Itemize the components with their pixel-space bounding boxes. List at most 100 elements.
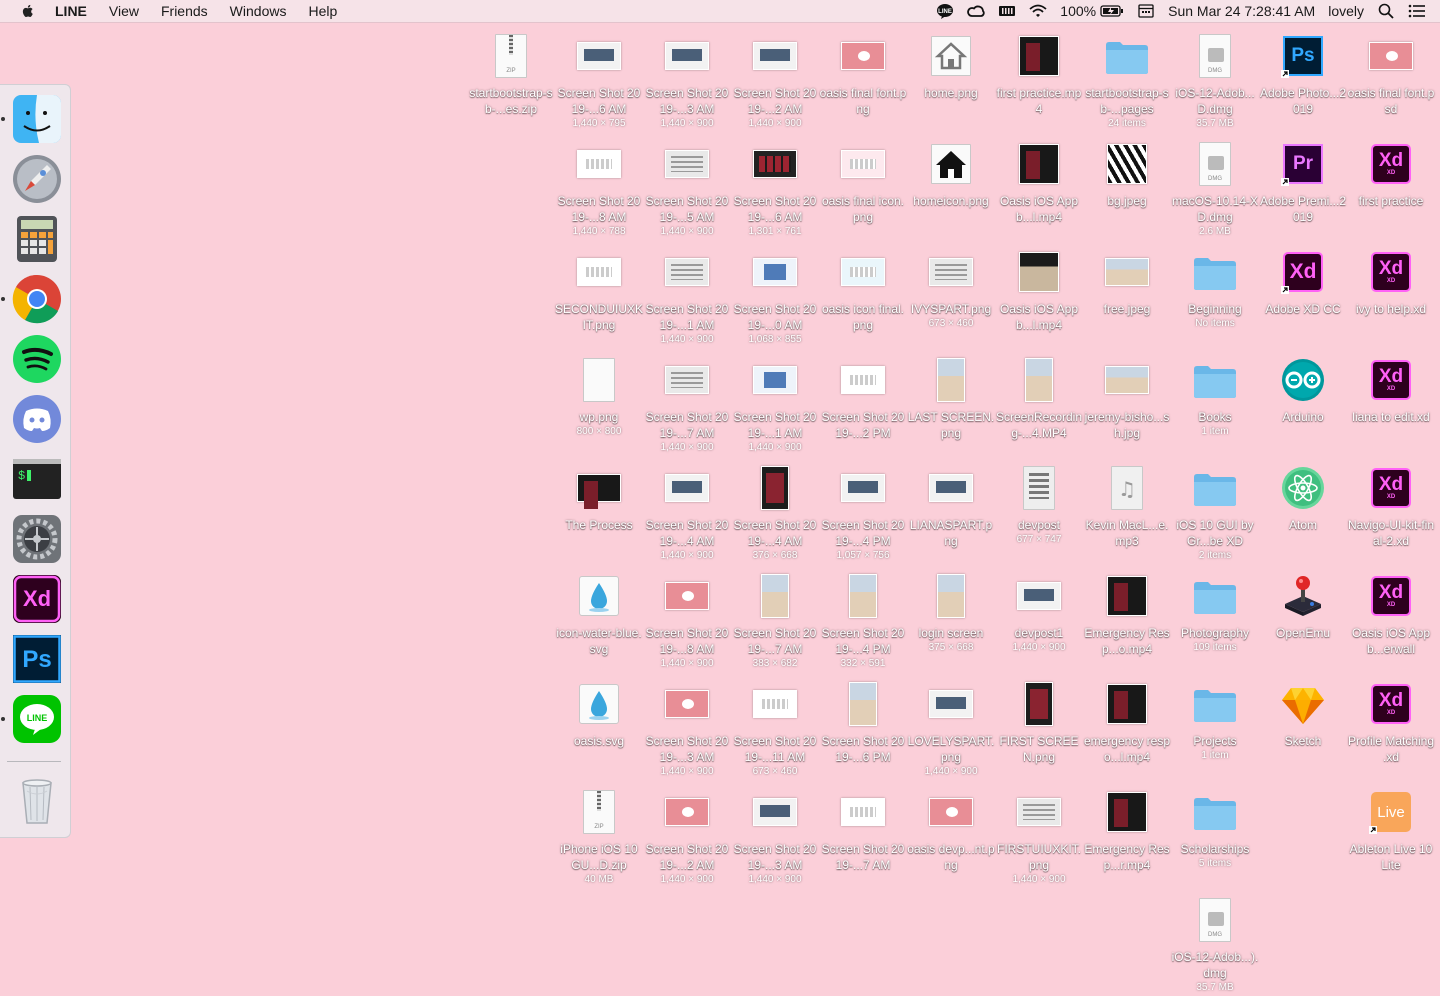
desktop-file[interactable]: first practice.mp4 (995, 24, 1083, 132)
desktop-file[interactable]: Xd XD Navigo-UI-kit-final-2.xd (1347, 456, 1435, 564)
desktop-file[interactable]: iOS 10 GUI by Gr...be XD 2 items (1171, 456, 1259, 564)
file-info: 1,440 × 900 (1012, 874, 1066, 885)
desktop-file[interactable]: Screen Shot 2019-...0 AM 1,068 × 855 (731, 240, 819, 348)
desktop-file[interactable]: Atom (1259, 456, 1347, 564)
desktop-file[interactable]: ♫ Kevin MacL...e.mp3 (1083, 456, 1171, 564)
battery-percentage[interactable]: 100% (1060, 0, 1096, 22)
desktop-file[interactable]: Screen Shot 2019-...4 AM 1,440 × 900 (643, 456, 731, 564)
desktop-file[interactable]: oasis.svg (555, 672, 643, 780)
desktop-file[interactable]: Screen Shot 2019-...5 AM 1,440 × 900 (643, 132, 731, 240)
menu-view[interactable]: View (98, 0, 150, 22)
desktop-file[interactable]: Screen Shot 2019-...8 AM 1,440 × 788 (555, 132, 643, 240)
desktop-file[interactable]: Screen Shot 2019-...8 AM 1,440 × 900 (643, 564, 731, 672)
desktop-file[interactable]: oasis icon final.png (819, 240, 907, 348)
desktop-file[interactable]: Screen Shot 2019-...7 AM (819, 780, 907, 888)
desktop-file[interactable]: The Process (555, 456, 643, 564)
desktop-file[interactable]: home.png (907, 24, 995, 132)
desktop-file[interactable]: Xd XD first practice (1347, 132, 1435, 240)
desktop-file[interactable]: Ps Adobe Photo...2019 (1259, 24, 1347, 132)
menu-help[interactable]: Help (297, 0, 348, 22)
desktop-file[interactable]: homeicon.png (907, 132, 995, 240)
desktop-file[interactable]: Screen Shot 2019-...4 AM 376 × 668 (731, 456, 819, 564)
desktop-file[interactable]: Screen Shot 2019-...3 AM 1,440 × 900 (731, 780, 819, 888)
line-status-icon[interactable]: LINE (936, 3, 954, 19)
desktop-file[interactable]: Screen Shot 2019-...6 PM (819, 672, 907, 780)
notification-center-icon[interactable] (1408, 3, 1426, 19)
desktop-file[interactable]: Screen Shot 2019-...2 AM 1,440 × 900 (731, 24, 819, 132)
desktop-file[interactable]: Books 1 item (1171, 348, 1259, 456)
apple-menu-icon[interactable] (20, 3, 36, 19)
desktop-file[interactable]: oasis final icon.png (819, 132, 907, 240)
desktop-file[interactable]: Xd XD liana to edit.xd (1347, 348, 1435, 456)
desktop-file[interactable]: Screen Shot 2019-...2 PM (819, 348, 907, 456)
desktop-file[interactable]: Screen Shot 2019-...2 AM 1,440 × 900 (643, 780, 731, 888)
desktop-file[interactable]: Screen Shot 2019-...4 PM 332 × 591 (819, 564, 907, 672)
menu-clock[interactable]: Sun Mar 24 7:28:41 AM (1168, 0, 1315, 22)
desktop-file[interactable]: oasis final font.png (819, 24, 907, 132)
memory-icon[interactable] (998, 3, 1016, 19)
desktop-file[interactable]: Emergency Resp...o.mp4 (1083, 564, 1171, 672)
desktop-file[interactable]: Screen Shot 2019-...7 AM 383 × 682 (731, 564, 819, 672)
desktop-file[interactable]: LAST SCREEN.png (907, 348, 995, 456)
desktop-file[interactable]: ScreenRecording-...4.MP4 (995, 348, 1083, 456)
desktop-file[interactable]: login screen 375 × 668 (907, 564, 995, 672)
desktop-file[interactable]: Projects 1 item (1171, 672, 1259, 780)
creative-cloud-icon[interactable] (967, 3, 985, 19)
spotlight-search-icon[interactable] (1377, 3, 1395, 19)
desktop-file[interactable]: Beginning No items (1171, 240, 1259, 348)
desktop-file[interactable]: oasis devp...nt.png (907, 780, 995, 888)
desktop-file[interactable]: Screen Shot 2019-...3 AM 1,440 × 900 (643, 672, 731, 780)
desktop-file[interactable]: Screen Shot 2019-...1 AM 1,440 × 900 (643, 240, 731, 348)
user-name[interactable]: lovely (1328, 0, 1364, 22)
desktop-file[interactable]: DMG iOS-12-Adob...D.dmg 35.7 MB (1171, 24, 1259, 132)
desktop-file[interactable]: wp.png 800 × 800 (555, 348, 643, 456)
desktop-file[interactable]: FIRST SCREEN.png (995, 672, 1083, 780)
desktop-file[interactable]: OpenEmu (1259, 564, 1347, 672)
desktop-file[interactable]: Live Ableton Live 10 Lite (1347, 780, 1435, 888)
calendar-status-icon[interactable] (1137, 3, 1155, 19)
desktop-file[interactable]: oasis final font.psd (1347, 24, 1435, 132)
app-menu-line[interactable]: LINE (44, 0, 98, 22)
desktop-file[interactable]: Screen Shot 2019-...3 AM 1,440 × 900 (643, 24, 731, 132)
desktop-file[interactable]: bg.jpeg (1083, 132, 1171, 240)
desktop-file[interactable]: startbootstrap-sb-...pages 24 items (1083, 24, 1171, 132)
desktop-file[interactable]: DMG iOS-12-Adob...).dmg 35.7 MB (1171, 888, 1259, 996)
desktop-file[interactable]: devpost 677 × 747 (995, 456, 1083, 564)
menu-friends[interactable]: Friends (150, 0, 219, 22)
desktop-file[interactable]: Oasis iOS App b...l.mp4 (995, 240, 1083, 348)
desktop-file[interactable]: Screen Shot 2019-...11 AM 673 × 460 (731, 672, 819, 780)
desktop-file[interactable]: LOVELYSPART.png 1,440 × 900 (907, 672, 995, 780)
desktop-file[interactable]: Xd XD Profile Matching .xd (1347, 672, 1435, 780)
battery-icon[interactable] (1100, 3, 1124, 19)
desktop-file[interactable]: Screen Shot 2019-...1 AM 1,440 × 900 (731, 348, 819, 456)
desktop-file[interactable]: icon-water-blue.svg (555, 564, 643, 672)
desktop-file[interactable]: Xd Adobe XD CC (1259, 240, 1347, 348)
desktop-file[interactable]: Photography 109 items (1171, 564, 1259, 672)
desktop-file[interactable]: Pr Adobe Premi...2019 (1259, 132, 1347, 240)
desktop-file[interactable]: free.jpeg (1083, 240, 1171, 348)
desktop-file[interactable]: Screen Shot 2019-...4 PM 1,057 × 756 (819, 456, 907, 564)
desktop-file[interactable]: jeremy-bisho...sh.jpg (1083, 348, 1171, 456)
desktop-file[interactable]: FIRSTUIUXKIT.png 1,440 × 900 (995, 780, 1083, 888)
desktop-file[interactable]: ZIP startbootstrap-sb-...es.zip (467, 24, 555, 132)
desktop-file[interactable]: ZIP iPhone iOS 10 GU...D.zip 40 MB (555, 780, 643, 888)
desktop-file[interactable]: DMG macOS-10.14-XD.dmg 2.6 MB (1171, 132, 1259, 240)
desktop-file[interactable]: LIANASPART.png (907, 456, 995, 564)
desktop-file[interactable]: Arduino (1259, 348, 1347, 456)
desktop-file[interactable]: devpost1 1,440 × 900 (995, 564, 1083, 672)
file-name: FIRST SCREEN.png (999, 734, 1079, 764)
desktop-file[interactable]: Sketch (1259, 672, 1347, 780)
desktop-file[interactable]: Screen Shot 2019-...6 AM 1,301 × 761 (731, 132, 819, 240)
desktop-file[interactable]: Screen Shot 2019-...6 AM 1,440 × 795 (555, 24, 643, 132)
desktop-file[interactable]: Xd XD ivy to help.xd (1347, 240, 1435, 348)
desktop-file[interactable]: emergency respo...l.mp4 (1083, 672, 1171, 780)
desktop-file[interactable]: SECONDUIUXKIT.png (555, 240, 643, 348)
desktop-file[interactable]: Emergency Resp...r.mp4 (1083, 780, 1171, 888)
wifi-icon[interactable] (1029, 3, 1047, 19)
desktop-file[interactable]: Oasis iOS App b...l.mp4 (995, 132, 1083, 240)
menu-windows[interactable]: Windows (219, 0, 298, 22)
desktop-file[interactable]: IVYSPART.png 673 × 460 (907, 240, 995, 348)
desktop-file[interactable]: Xd XD Oasis iOS App b...erwall (1347, 564, 1435, 672)
desktop-file[interactable]: Screen Shot 2019-...7 AM 1,440 × 900 (643, 348, 731, 456)
desktop-file[interactable]: Scholarships 5 items (1171, 780, 1259, 888)
